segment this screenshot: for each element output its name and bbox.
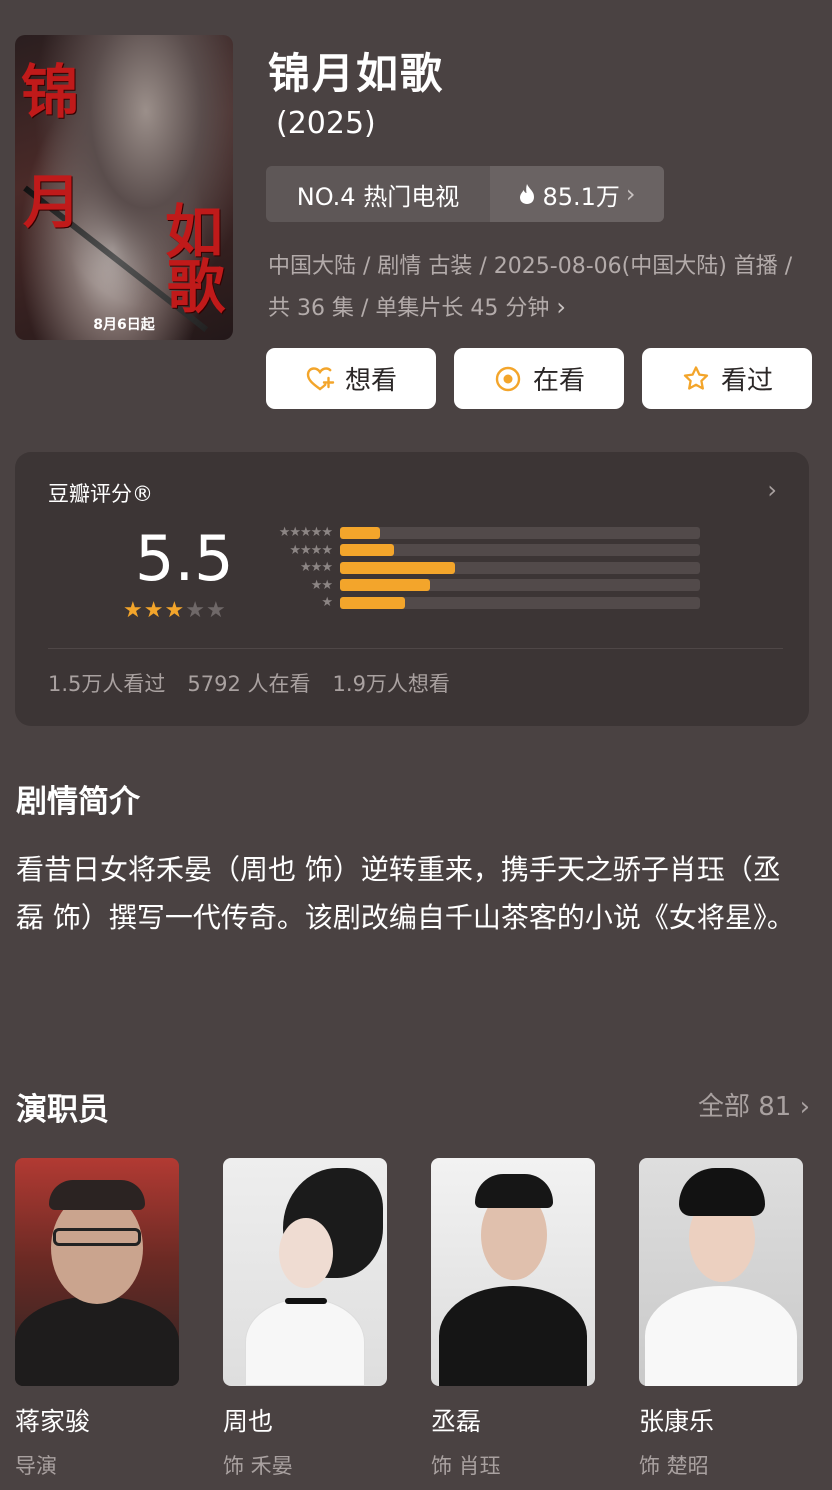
distribution-track: [340, 579, 700, 592]
cast-card[interactable]: 蒋家骏 导演: [15, 1158, 179, 1480]
distribution-stars: ★: [321, 595, 333, 611]
watched-label: 看过: [720, 366, 773, 396]
distribution-row: ★★★★: [260, 542, 700, 560]
cast-photo: [639, 1158, 803, 1386]
star-icon: [683, 365, 709, 390]
cast-more-label: 全部 81: [697, 1092, 792, 1122]
star-empty-icon: ★: [205, 598, 227, 623]
star-filled-icon: ★: [143, 598, 165, 623]
star-filled-icon: ★: [123, 598, 144, 623]
heat-value: 85.1万: [542, 182, 620, 211]
poster-title-char: 月: [23, 168, 82, 236]
distribution-row: ★★★★★: [260, 524, 700, 542]
cast-role: 导演: [15, 1454, 57, 1478]
distribution-track: [340, 596, 700, 609]
distribution-bar: [340, 596, 405, 609]
poster-title-char: 歌: [167, 253, 226, 321]
chevron-right-icon: ›: [799, 1092, 810, 1122]
cast-name: 张康乐: [639, 1407, 715, 1436]
cast-name: 周也: [223, 1407, 274, 1436]
watching-label: 在看: [532, 366, 585, 396]
cast-photo: [15, 1158, 179, 1386]
chevron-right-icon: ›: [556, 293, 566, 321]
meta-info[interactable]: 中国大陆 / 剧情 古装 / 2025-08-06(中国大陆) 首播 / 共 3…: [268, 246, 808, 329]
cast-role: 饰 楚昭: [639, 1454, 709, 1478]
distribution-bar: [340, 561, 456, 574]
cast-name: 丞磊: [431, 1407, 482, 1436]
flame-icon: [520, 184, 535, 204]
distribution-stars: ★★: [310, 577, 333, 593]
divider: [48, 648, 783, 649]
rating-distribution: ★★★★★ ★★★★ ★★★ ★★ ★: [260, 524, 700, 612]
watched-count: 1.5万人看过: [48, 672, 166, 696]
distribution-track: [340, 561, 700, 574]
distribution-track: [340, 526, 700, 539]
cast-photo: [223, 1158, 387, 1386]
action-buttons: 想看 在看 看过: [266, 348, 812, 409]
distribution-row: ★: [260, 594, 700, 612]
meta-text: 中国大陆 / 剧情 古装 / 2025-08-06(中国大陆) 首播 / 共 3…: [268, 254, 793, 321]
cast-title: 演职员: [16, 1092, 109, 1128]
watched-button[interactable]: 看过: [642, 348, 812, 409]
distribution-row: ★★: [260, 577, 700, 595]
score-stars: ★★★★★: [123, 598, 227, 623]
distribution-bar: [340, 526, 380, 539]
rank-badge[interactable]: NO.4 热门电视 85.1万 ›: [266, 166, 664, 222]
heat-button[interactable]: 85.1万 ›: [490, 166, 664, 222]
distribution-stars: ★★★: [300, 560, 333, 576]
cast-card[interactable]: 张康乐 饰 楚昭: [639, 1158, 803, 1480]
synopsis-title: 剧情简介: [16, 784, 140, 820]
target-icon: [495, 366, 521, 391]
distribution-stars: ★★★★★: [278, 525, 333, 541]
cast-list: 蒋家骏 导演 周也 饰 禾晏 丞磊 饰 肖珏 张康乐 饰 楚昭: [15, 1158, 803, 1480]
want-label: 想看: [344, 366, 397, 396]
cast-card[interactable]: 丞磊 饰 肖珏: [431, 1158, 595, 1480]
heart-plus-icon: [306, 366, 335, 390]
star-filled-icon: ★: [164, 598, 186, 623]
watching-count: 5792 人在看: [187, 672, 311, 696]
distribution-row: ★★★: [260, 559, 700, 577]
synopsis-text[interactable]: 看昔日女将禾晏（周也 饰）逆转重来，携手天之骄子肖珏（丞磊 饰）撰写一代传奇。该…: [16, 846, 806, 942]
want-count: 1.9万人想看: [332, 672, 450, 696]
cast-view-all-link[interactable]: 全部 81 ›: [698, 1086, 810, 1123]
distribution-stars: ★★★★: [289, 542, 333, 558]
cast-card[interactable]: 周也 饰 禾晏: [223, 1158, 387, 1480]
cast-role: 饰 肖珏: [431, 1454, 501, 1478]
chevron-right-icon: ›: [625, 180, 636, 208]
page-title: 锦月如歌: [268, 49, 445, 98]
rating-stats: 1.5万人看过 5792 人在看 1.9万人想看: [48, 668, 450, 698]
chevron-right-icon[interactable]: ›: [767, 476, 777, 504]
rating-card[interactable]: 豆瓣评分® › 5.5 ★★★★★ ★★★★★ ★★★★ ★★★ ★★ ★ 1.5万人看…: [15, 452, 809, 726]
poster-date: 8月6日起: [93, 317, 155, 333]
star-empty-icon: ★: [185, 598, 206, 623]
distribution-track: [340, 544, 700, 557]
cast-role: 饰 禾晏: [223, 1454, 293, 1478]
poster-title-char: 锦: [21, 58, 80, 126]
rank-label: NO.4 热门电视: [296, 182, 460, 211]
watching-button[interactable]: 在看: [454, 348, 624, 409]
want-to-watch-button[interactable]: 想看: [266, 348, 436, 409]
cast-name: 蒋家骏: [15, 1407, 91, 1436]
distribution-bar: [340, 579, 430, 592]
distribution-bar: [340, 544, 394, 557]
poster-image[interactable]: 锦 月 如 歌 8月6日起: [15, 35, 233, 340]
rating-score: 5.5: [135, 522, 234, 595]
release-year: (2025): [276, 106, 376, 141]
cast-photo: [431, 1158, 595, 1386]
rating-label: 豆瓣评分®: [48, 482, 153, 506]
